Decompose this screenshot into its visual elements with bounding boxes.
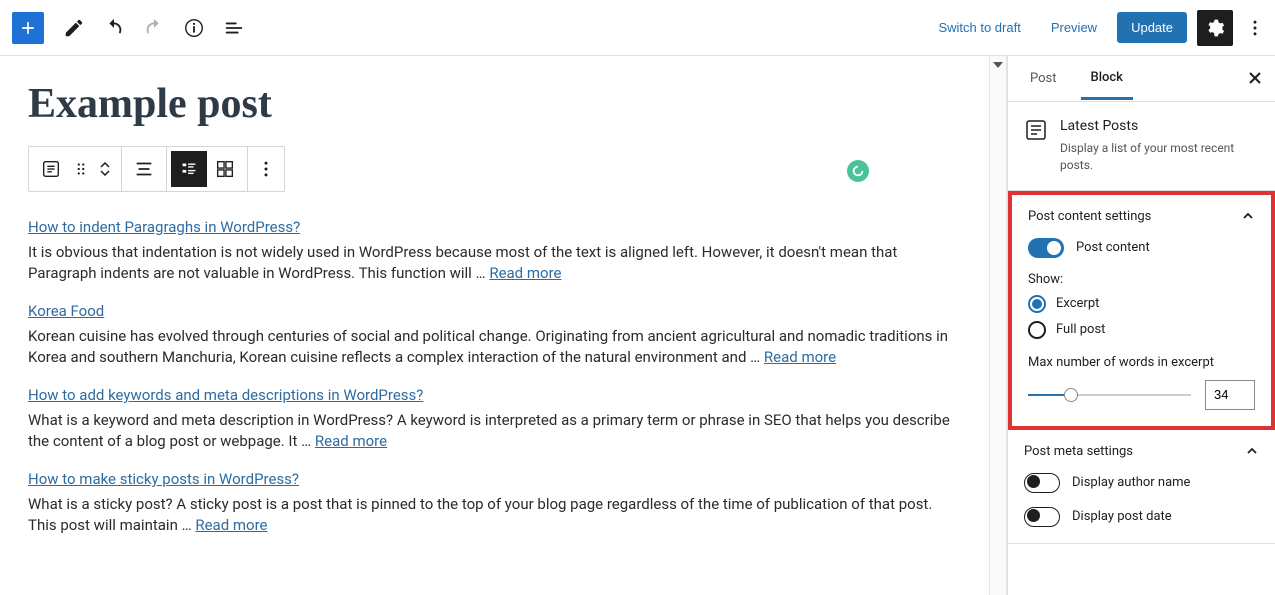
info-button[interactable]	[176, 10, 212, 46]
max-words-label: Max number of words in excerpt	[1028, 355, 1255, 370]
post-excerpt: It is obvious that indentation is not wi…	[28, 242, 961, 284]
drag-handle-button[interactable]	[69, 151, 93, 187]
panel-title: Post meta settings	[1024, 444, 1133, 459]
toggle-label: Post content	[1076, 240, 1150, 255]
radio-input[interactable]	[1028, 295, 1046, 313]
post-title-link[interactable]: How to add keywords and meta description…	[28, 386, 423, 404]
post-meta-settings-panel: Post meta settings Display author name D…	[1008, 430, 1275, 544]
latest-posts-icon	[1024, 118, 1048, 142]
block-toolbar	[28, 146, 285, 192]
radio-full-post[interactable]: Full post	[1028, 321, 1255, 339]
settings-sidebar: Post Block Latest Posts Display a list o…	[1007, 56, 1275, 595]
read-more-link[interactable]: Read more	[195, 516, 267, 534]
chevron-up-icon	[1241, 209, 1255, 223]
post-title-link[interactable]: How to indent Paragraghs in WordPress?	[28, 218, 300, 236]
preview-button[interactable]: Preview	[1041, 14, 1107, 41]
post-excerpt: What is a sticky post? A sticky post is …	[28, 494, 961, 536]
radio-input[interactable]	[1028, 321, 1046, 339]
redo-icon	[143, 17, 165, 39]
post-title-link[interactable]: Korea Food	[28, 302, 104, 320]
grammarly-icon	[851, 164, 865, 178]
block-more-button[interactable]	[252, 151, 280, 187]
kebab-icon	[1245, 18, 1265, 38]
settings-button[interactable]	[1197, 10, 1233, 46]
plus-icon	[18, 18, 38, 38]
read-more-link[interactable]: Read more	[764, 348, 836, 366]
list-icon	[223, 17, 245, 39]
sidebar-tabs: Post Block	[1008, 56, 1275, 102]
toggle-label: Display post date	[1072, 509, 1172, 524]
edit-tool-button[interactable]	[56, 10, 92, 46]
post-excerpt: Korean cuisine has evolved through centu…	[28, 326, 961, 368]
post-content-toggle[interactable]	[1028, 238, 1064, 258]
post-content-settings-panel: Post content settings Post content Show:…	[1008, 191, 1275, 430]
update-button[interactable]: Update	[1117, 12, 1187, 43]
posts-block-icon	[40, 158, 62, 180]
undo-icon	[103, 17, 125, 39]
close-icon	[1247, 70, 1263, 86]
radio-excerpt[interactable]: Excerpt	[1028, 295, 1255, 313]
document-overview-collapse[interactable]	[989, 56, 1007, 595]
block-info-panel: Latest Posts Display a list of your most…	[1008, 102, 1275, 191]
grid-layout-icon	[214, 158, 236, 180]
more-options-button[interactable]	[1243, 10, 1267, 46]
post-excerpt: What is a keyword and meta description i…	[28, 410, 961, 452]
panel-title: Post content settings	[1028, 209, 1151, 224]
editor-top-bar: Switch to draft Preview Update	[0, 0, 1275, 56]
info-icon	[183, 17, 205, 39]
editor-canvas[interactable]: Example post	[0, 56, 989, 595]
main-area: Example post	[0, 56, 1275, 595]
radio-label: Excerpt	[1056, 296, 1099, 311]
max-words-input[interactable]	[1205, 380, 1255, 410]
top-right-tools: Switch to draft Preview Update	[928, 10, 1267, 46]
read-more-link[interactable]: Read more	[315, 432, 387, 450]
chevron-down-icon	[100, 170, 110, 176]
chevron-down-icon	[993, 62, 1003, 68]
close-sidebar-button[interactable]	[1243, 66, 1267, 90]
undo-button[interactable]	[96, 10, 132, 46]
tab-post[interactable]: Post	[1020, 59, 1067, 98]
list-layout-icon	[178, 158, 200, 180]
align-button[interactable]	[126, 151, 162, 187]
redo-button[interactable]	[136, 10, 172, 46]
latest-posts-block[interactable]: How to indent Paragraghs in WordPress? I…	[28, 210, 961, 536]
block-info-desc: Display a list of your most recent posts…	[1060, 140, 1259, 174]
kebab-icon	[256, 159, 276, 179]
move-up-down-button[interactable]	[93, 151, 117, 187]
list-view-button[interactable]	[216, 10, 252, 46]
show-label: Show:	[1028, 272, 1255, 287]
tab-block[interactable]: Block	[1081, 58, 1133, 100]
chevron-up-icon	[100, 162, 110, 168]
max-words-slider[interactable]	[1028, 394, 1191, 396]
block-type-button[interactable]	[33, 151, 69, 187]
display-author-toggle[interactable]	[1024, 473, 1060, 493]
page-title[interactable]: Example post	[28, 80, 961, 128]
block-info-title: Latest Posts	[1060, 118, 1259, 134]
top-left-tools	[8, 10, 252, 46]
grammarly-badge[interactable]	[847, 160, 869, 182]
gear-icon	[1205, 18, 1225, 38]
toggle-label: Display author name	[1072, 475, 1190, 490]
read-more-link[interactable]: Read more	[489, 264, 561, 282]
panel-toggle[interactable]: Post meta settings	[1008, 430, 1275, 473]
radio-label: Full post	[1056, 322, 1105, 337]
pencil-icon	[63, 17, 85, 39]
display-date-toggle[interactable]	[1024, 507, 1060, 527]
switch-to-draft-button[interactable]: Switch to draft	[928, 14, 1030, 41]
grid-view-toggle[interactable]	[207, 151, 243, 187]
panel-toggle[interactable]: Post content settings	[1012, 195, 1271, 238]
list-view-toggle[interactable]	[171, 151, 207, 187]
drag-icon	[72, 160, 90, 178]
post-title-link[interactable]: How to make sticky posts in WordPress?	[28, 470, 299, 488]
chevron-up-icon	[1245, 444, 1259, 458]
align-icon	[133, 158, 155, 180]
add-block-button[interactable]	[12, 12, 44, 44]
